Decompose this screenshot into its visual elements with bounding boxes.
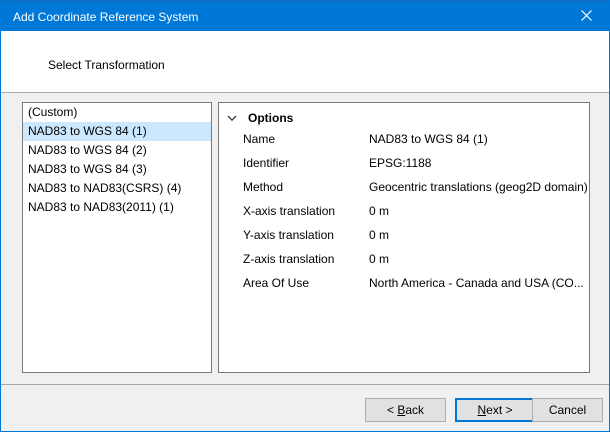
footer: < Back Next > Cancel [1,385,609,431]
add-crs-dialog: Add Coordinate Reference System Select T… [0,0,610,432]
wizard-header: Select Transformation [1,31,609,92]
option-row-area-of-use: Area Of Use North America - Canada and U… [219,271,589,295]
options-group-header[interactable]: Options [219,103,589,127]
list-item[interactable]: NAD83 to NAD83(2011) (1) [23,198,211,217]
window-title: Add Coordinate Reference System [1,10,198,24]
option-label: Method [243,175,283,199]
option-label: Area Of Use [243,271,309,295]
option-row-y-translation: Y-axis translation 0 m [219,223,589,247]
option-label: Name [243,127,275,151]
chevron-down-icon [226,112,238,124]
option-label: Identifier [243,151,289,175]
back-button[interactable]: < Back [365,398,446,422]
option-label: X-axis translation [243,199,335,223]
option-row-name: Name NAD83 to WGS 84 (1) [219,127,589,151]
option-value: 0 m [369,247,587,271]
transformation-list[interactable]: (Custom) NAD83 to WGS 84 (1) NAD83 to WG… [22,102,212,373]
option-value: EPSG:1188 [369,151,587,175]
options-panel: Options Name NAD83 to WGS 84 (1) Identif… [218,102,590,373]
list-item-selected[interactable]: NAD83 to WGS 84 (1) [23,122,211,141]
title-bar: Add Coordinate Reference System [1,1,609,31]
close-button[interactable] [564,2,609,32]
option-label: Y-axis translation [243,223,334,247]
next-button[interactable]: Next > [455,398,535,422]
wizard-step-title: Select Transformation [48,58,165,72]
list-item[interactable]: NAD83 to WGS 84 (3) [23,160,211,179]
option-value: 0 m [369,199,587,223]
option-value: Geocentric translations (geog2D domain) [369,175,587,199]
main-content: (Custom) NAD83 to WGS 84 (1) NAD83 to WG… [1,93,609,384]
cancel-button[interactable]: Cancel [532,398,603,422]
option-row-x-translation: X-axis translation 0 m [219,199,589,223]
option-value: 0 m [369,223,587,247]
back-button-label: < Back [387,403,424,417]
option-value: North America - Canada and USA (CO... [369,271,587,295]
list-item[interactable]: NAD83 to NAD83(CSRS) (4) [23,179,211,198]
next-button-label: Next > [477,403,512,417]
option-row-identifier: Identifier EPSG:1188 [219,151,589,175]
close-icon [581,10,592,24]
list-item[interactable]: NAD83 to WGS 84 (2) [23,141,211,160]
option-row-method: Method Geocentric translations (geog2D d… [219,175,589,199]
list-item-custom[interactable]: (Custom) [23,103,211,122]
cancel-button-label: Cancel [549,403,586,417]
option-value: NAD83 to WGS 84 (1) [369,127,587,151]
option-row-z-translation: Z-axis translation 0 m [219,247,589,271]
options-title: Options [248,111,293,125]
option-label: Z-axis translation [243,247,334,271]
